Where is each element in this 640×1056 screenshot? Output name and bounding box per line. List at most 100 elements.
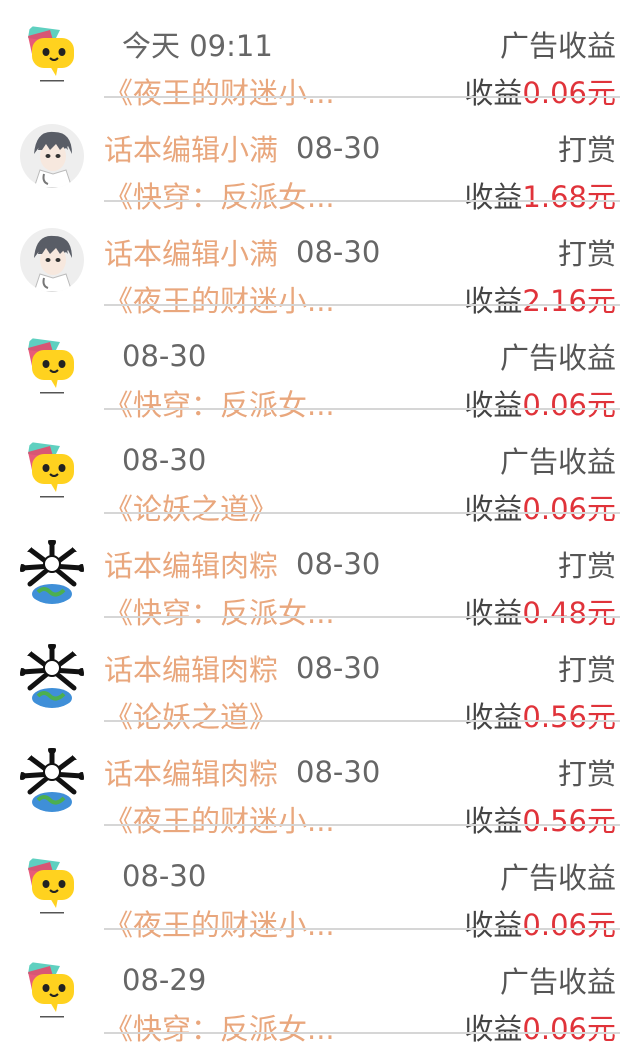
avatar	[20, 852, 84, 916]
earning-amount: 收益0.06元	[464, 1006, 616, 1048]
list-item[interactable]: 话本编辑小满 08-30 打赏 《夜王的财迷小... 收益2.16元	[0, 216, 640, 320]
date-label: 08-30	[296, 131, 381, 165]
book-title-link[interactable]: 《夜王的财迷小...	[104, 798, 335, 840]
earning-type: 广告收益	[499, 445, 616, 479]
earning-label: 收益	[464, 1012, 523, 1046]
earning-amount: 收益0.56元	[464, 694, 616, 736]
earning-label: 收益	[464, 180, 523, 214]
row-divider	[104, 616, 620, 618]
earning-amount: 收益2.16元	[464, 278, 616, 320]
date-label: 08-30	[296, 651, 381, 685]
row-divider	[104, 928, 620, 930]
avatar	[20, 436, 84, 500]
row-divider	[104, 304, 620, 306]
list-item[interactable]: 话本编辑肉粽 08-30 打赏《快穿：反派女... 收益0.48元	[0, 528, 640, 632]
emoji-yellow-icon	[28, 962, 74, 1018]
earning-type: 广告收益	[499, 29, 616, 63]
earning-type: 打赏	[557, 133, 616, 167]
editor-name[interactable]: 话本编辑肉粽	[104, 543, 278, 585]
book-title-link[interactable]: 《快穿：反派女...	[104, 1006, 335, 1048]
date-label: 08-29	[122, 963, 207, 997]
top-cutoff-strip	[0, 0, 640, 8]
avatar	[20, 540, 84, 604]
earning-type: 广告收益	[499, 341, 616, 375]
date-label: 08-30	[122, 443, 207, 477]
row-detail: 《夜王的财迷小... 收益0.06元	[104, 901, 616, 945]
amount-value: 0.06元	[522, 1012, 616, 1046]
row-detail: 《论妖之道》 收益0.06元	[104, 485, 616, 529]
book-title-link[interactable]: 《论妖之道》	[104, 694, 278, 736]
earning-label: 收益	[464, 596, 523, 630]
amount-value: 0.56元	[522, 804, 616, 838]
earning-amount: 收益0.48元	[464, 590, 616, 632]
bones-globe-icon	[20, 540, 84, 604]
list-item[interactable]: 08-29 广告收益《快穿：反派女... 收益0.06元	[0, 944, 640, 1048]
row-detail: 《夜王的财迷小... 收益2.16元	[104, 277, 616, 321]
row-header: 话本编辑肉粽 08-30 打赏	[104, 646, 616, 690]
earning-type: 打赏	[557, 549, 616, 583]
row-divider	[104, 512, 620, 514]
date-label: 08-30	[122, 339, 207, 373]
amount-value: 1.68元	[522, 180, 616, 214]
editor-name[interactable]: 话本编辑肉粽	[104, 751, 278, 793]
earning-amount: 收益1.68元	[464, 174, 616, 216]
row-divider	[104, 408, 620, 410]
editor-name[interactable]: 话本编辑小满	[104, 127, 278, 169]
earning-amount: 收益0.06元	[464, 70, 616, 112]
avatar	[20, 332, 84, 396]
list-item[interactable]: 08-30 广告收益《快穿：反派女... 收益0.06元	[0, 320, 640, 424]
amount-value: 2.16元	[522, 284, 616, 318]
earning-label: 收益	[464, 388, 523, 422]
date-label: 08-30	[296, 755, 381, 789]
row-detail: 《快穿：反派女... 收益1.68元	[104, 173, 616, 217]
earning-type: 打赏	[557, 757, 616, 791]
date-label: 08-30	[296, 547, 381, 581]
row-header: 08-30 广告收益	[104, 334, 616, 378]
row-detail: 《快穿：反派女... 收益0.48元	[104, 589, 616, 633]
row-detail: 《夜王的财迷小... 收益0.56元	[104, 797, 616, 841]
earning-label: 收益	[464, 284, 523, 318]
earning-label: 收益	[464, 492, 523, 526]
avatar	[20, 20, 84, 84]
list-item[interactable]: 话本编辑小满 08-30 打赏《快穿：反派女... 收益1.68元	[0, 112, 640, 216]
emoji-yellow-icon	[28, 442, 74, 498]
list-item[interactable]: 话本编辑肉粽 08-30 打赏 《论妖之道》 收益0.56元	[0, 632, 640, 736]
earning-amount: 收益0.06元	[464, 902, 616, 944]
editor-name[interactable]: 话本编辑小满	[104, 231, 278, 273]
list-item[interactable]: 08-30 广告收益 《夜王的财迷小... 收益0.06元	[0, 840, 640, 944]
list-item[interactable]: 今天 09:11 广告收益 《夜王的财迷小... 收益0.06元	[0, 8, 640, 112]
anime-doctor-icon	[20, 124, 84, 188]
row-header: 话本编辑肉粽 08-30 打赏	[104, 542, 616, 586]
book-title-link[interactable]: 《夜王的财迷小...	[104, 70, 335, 112]
book-title-link[interactable]: 《快穿：反派女...	[104, 382, 335, 424]
amount-value: 0.56元	[522, 700, 616, 734]
earnings-list: 今天 09:11 广告收益 《夜王的财迷小... 收益0.06元 话本编辑小满 08-3…	[0, 8, 640, 1048]
earning-label: 收益	[464, 908, 523, 942]
amount-value: 0.06元	[522, 76, 616, 110]
avatar	[20, 644, 84, 708]
book-title-link[interactable]: 《论妖之道》	[104, 486, 278, 528]
list-item[interactable]: 08-30 广告收益 《论妖之道》 收益0.06元	[0, 424, 640, 528]
book-title-link[interactable]: 《快穿：反派女...	[104, 590, 335, 632]
book-title-link[interactable]: 《夜王的财迷小...	[104, 278, 335, 320]
amount-value: 0.48元	[522, 596, 616, 630]
earning-type: 广告收益	[499, 965, 616, 999]
emoji-yellow-icon	[28, 338, 74, 394]
list-item[interactable]: 话本编辑肉粽 08-30 打赏《夜王的财迷小... 收益0.56元	[0, 736, 640, 840]
amount-value: 0.06元	[522, 908, 616, 942]
earning-type: 广告收益	[499, 861, 616, 895]
row-header: 08-30 广告收益	[104, 438, 616, 482]
book-title-link[interactable]: 《快穿：反派女...	[104, 174, 335, 216]
row-header: 08-29 广告收益	[104, 958, 616, 1002]
amount-value: 0.06元	[522, 388, 616, 422]
editor-name[interactable]: 话本编辑肉粽	[104, 647, 278, 689]
earning-label: 收益	[464, 76, 523, 110]
row-detail: 《快穿：反派女... 收益0.06元	[104, 381, 616, 425]
row-header: 话本编辑小满 08-30 打赏	[104, 126, 616, 170]
row-detail: 《夜王的财迷小... 收益0.06元	[104, 69, 616, 113]
anime-doctor-icon	[20, 228, 84, 292]
bones-globe-icon	[20, 644, 84, 708]
book-title-link[interactable]: 《夜王的财迷小...	[104, 902, 335, 944]
row-divider	[104, 1032, 620, 1034]
earning-type: 打赏	[557, 237, 616, 271]
